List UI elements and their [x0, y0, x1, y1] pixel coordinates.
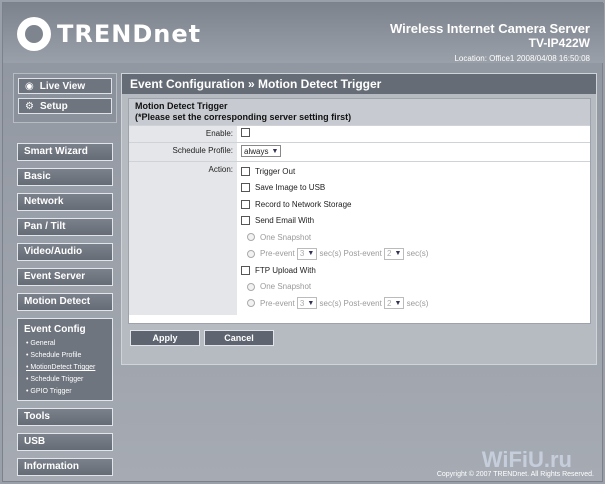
action-label: Action: [129, 162, 237, 315]
menu-tools[interactable]: Tools [17, 408, 113, 426]
product-info: Wireless Internet Camera Server TV-IP422… [390, 21, 590, 50]
email-secs-label: sec(s) [406, 249, 429, 259]
submenu-schedule-trigger[interactable]: • Schedule Trigger [18, 374, 112, 386]
email-pre-event-label: Pre-event [260, 249, 295, 259]
chevron-down-icon: ▼ [271, 147, 279, 155]
ftp-upload-checkbox[interactable] [241, 265, 250, 275]
record-nas-checkbox[interactable] [241, 199, 250, 209]
view-mode-box: ◉ Live View ⚙ Setup [13, 73, 117, 123]
menu-event-config-title[interactable]: Event Config [18, 322, 112, 338]
email-post-event-value: 2 [387, 249, 392, 259]
watermark: WiFiU.ru [481, 447, 572, 472]
row-enable: Enable: [129, 125, 590, 142]
page-title: Event Configuration » Motion Detect Trig… [122, 74, 596, 94]
ftp-upload-label: FTP Upload With [255, 265, 316, 275]
apply-button[interactable]: Apply [130, 330, 200, 346]
chevron-down-icon: ▼ [307, 299, 315, 307]
ftp-post-event-select[interactable]: 2 ▼ [384, 297, 405, 310]
sidebar: ◉ Live View ⚙ Setup Smart Wizard Basic N… [13, 73, 117, 476]
main-panel: Event Configuration » Motion Detect Trig… [121, 73, 597, 365]
menu-motion-detect[interactable]: Motion Detect [17, 293, 113, 311]
email-pre-event-value: 3 [299, 249, 305, 259]
setup-button[interactable]: ⚙ Setup [18, 98, 112, 114]
logo-text: TRENDnet [57, 20, 202, 48]
live-view-label: Live View [39, 80, 86, 92]
submenu-gpio-trigger[interactable]: • GPIO Trigger [18, 386, 112, 398]
menu-pan-tilt[interactable]: Pan / Tilt [17, 218, 113, 236]
ftp-pre-event-radio[interactable] [247, 299, 255, 308]
product-model: TV-IP422W [528, 36, 590, 50]
enable-label: Enable: [129, 126, 237, 142]
app-window: TRENDnet Wireless Internet Camera Server… [2, 2, 604, 482]
setup-label: Setup [39, 100, 68, 112]
ftp-pre-event-value: 3 [299, 298, 305, 308]
submenu-schedule-profile[interactable]: • Schedule Profile [18, 350, 112, 362]
save-usb-label: Save Image to USB [255, 183, 326, 193]
row-schedule: Schedule Profile: always ▼ [129, 142, 590, 161]
record-nas-label: Record to Network Storage [255, 199, 352, 209]
settings-form: Motion Detect Trigger (*Please set the c… [128, 98, 591, 324]
chevron-down-icon: ▼ [307, 250, 315, 258]
send-email-checkbox[interactable] [241, 216, 250, 226]
submenu-general[interactable]: • General [18, 338, 112, 350]
menu-event-server[interactable]: Event Server [17, 268, 113, 286]
ftp-pre-event-label: Pre-event [260, 298, 295, 308]
location-timestamp: Location: Office1 2008/04/08 16:50:08 [454, 54, 590, 63]
ftp-post-event-label: sec(s) Post-event [319, 298, 382, 308]
menu-smart-wizard[interactable]: Smart Wizard [17, 143, 113, 161]
save-usb-checkbox[interactable] [241, 183, 250, 193]
ftp-post-event-value: 2 [387, 298, 392, 308]
send-email-label: Send Email With [255, 216, 315, 226]
menu-event-config: Event Config • General • Schedule Profil… [17, 318, 113, 401]
menu-network[interactable]: Network [17, 193, 113, 211]
chevron-down-icon: ▼ [394, 299, 402, 307]
section-note: (*Please set the corresponding server se… [135, 112, 352, 122]
email-post-event-select[interactable]: 2 ▼ [384, 247, 405, 260]
schedule-label: Schedule Profile: [129, 143, 237, 161]
schedule-profile-value: always [244, 146, 269, 156]
form-actions: Apply Cancel [128, 328, 591, 348]
cancel-button[interactable]: Cancel [204, 330, 274, 346]
email-post-event-label: sec(s) Post-event [319, 249, 382, 259]
live-view-button[interactable]: ◉ Live View [18, 78, 112, 94]
submenu-motiondetect-trigger[interactable]: • MotionDetect Trigger [18, 362, 112, 374]
menu-video-audio[interactable]: Video/Audio [17, 243, 113, 261]
logo-mark-icon [17, 17, 51, 51]
eye-icon: ◉ [25, 80, 34, 92]
ftp-one-snapshot-radio[interactable] [247, 282, 255, 291]
location-bar: Location: Office1 2008/04/08 16:50:08 [3, 53, 604, 67]
menu-basic[interactable]: Basic [17, 168, 113, 186]
chevron-down-icon: ▼ [394, 250, 402, 258]
email-one-snapshot-label: One Snapshot [260, 232, 312, 242]
trigger-out-checkbox[interactable] [241, 166, 250, 176]
trigger-out-label: Trigger Out [255, 166, 296, 176]
menu-usb[interactable]: USB [17, 433, 113, 451]
product-name: Wireless Internet Camera Server [389, 21, 590, 36]
section-title: Motion Detect Trigger [135, 101, 228, 111]
schedule-profile-select[interactable]: always ▼ [241, 145, 282, 157]
copyright-text: Copyright © 2007 TRENDnet. All Rights Re… [436, 471, 594, 478]
ftp-one-snapshot-label: One Snapshot [260, 282, 312, 292]
email-pre-event-select[interactable]: 3 ▼ [296, 247, 318, 260]
row-action: Action: Trigger Out Save Image to USB Re… [129, 161, 590, 315]
email-one-snapshot-radio[interactable] [247, 233, 255, 242]
brand-logo: TRENDnet [17, 17, 201, 51]
ftp-secs-label: sec(s) [406, 298, 429, 308]
menu-information[interactable]: Information [17, 458, 113, 476]
gear-icon: ⚙ [25, 100, 34, 112]
email-pre-event-radio[interactable] [247, 249, 255, 258]
enable-checkbox[interactable] [241, 128, 250, 138]
ftp-pre-event-select[interactable]: 3 ▼ [296, 297, 318, 310]
section-header: Motion Detect Trigger (*Please set the c… [129, 99, 590, 125]
